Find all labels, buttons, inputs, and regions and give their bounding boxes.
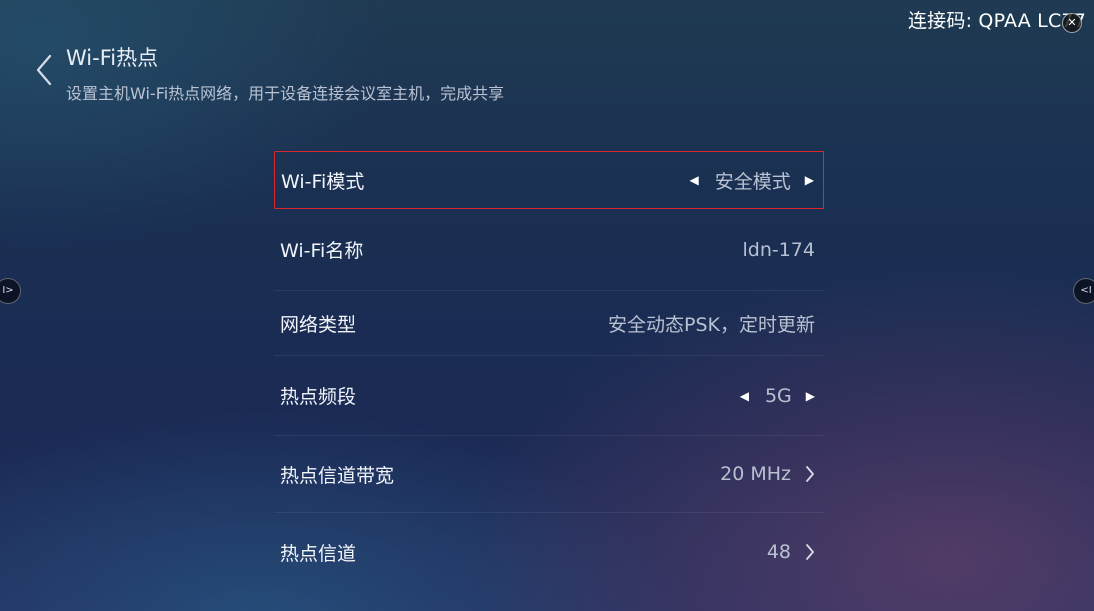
settings-list: Wi-Fi模式 ◀ 安全模式 ▶ Wi-Fi名称 ldn-174 网络类型 安全… — [274, 151, 824, 591]
setting-label: 热点信道带宽 — [280, 464, 395, 487]
setting-value: 安全模式 — [714, 170, 791, 193]
setting-value-group: 48 — [767, 541, 815, 563]
setting-value: ldn-174 — [742, 238, 815, 261]
setting-label: 热点信道 — [280, 542, 357, 565]
connection-code: 连接码: QPAA LC77 — [907, 10, 1086, 32]
back-button[interactable] — [32, 52, 60, 88]
setting-label: 热点频段 — [280, 386, 357, 408]
arrow-left-icon[interactable]: ◀ — [740, 389, 749, 403]
setting-row-wifi-mode[interactable]: Wi-Fi模式 ◀ 安全模式 ▶ — [274, 151, 824, 209]
chevron-right-icon — [806, 544, 814, 560]
arrow-right-icon[interactable]: ▶ — [806, 389, 815, 403]
page-title: Wi-Fi热点 — [66, 46, 159, 70]
setting-value-group: ◀ 安全模式 ▶ — [690, 167, 814, 194]
close-icon[interactable]: ✕ — [1062, 13, 1082, 33]
setting-value-group: 安全动态PSK，定时更新 — [608, 310, 815, 337]
chevron-right-icon — [806, 466, 814, 482]
setting-value-group: ldn-174 — [742, 239, 815, 261]
setting-label: 网络类型 — [280, 313, 357, 336]
setting-label: Wi-Fi模式 — [281, 170, 365, 193]
setting-row-network-type[interactable]: 网络类型 安全动态PSK，定时更新 — [274, 291, 824, 356]
setting-label: Wi-Fi名称 — [280, 240, 364, 262]
setting-row-channel-bandwidth[interactable]: 热点信道带宽 20 MHz — [274, 436, 824, 513]
chevron-left-icon — [36, 54, 52, 86]
expand-left-icon[interactable]: I> — [0, 278, 21, 304]
arrow-left-icon[interactable]: ◀ — [690, 173, 699, 187]
page-subtitle: 设置主机Wi-Fi热点网络，用于设备连接会议室主机，完成共享 — [66, 84, 505, 103]
setting-value: 48 — [766, 541, 791, 563]
setting-value: 安全动态PSK，定时更新 — [608, 313, 815, 336]
setting-row-wifi-name[interactable]: Wi-Fi名称 ldn-174 — [274, 209, 824, 291]
setting-row-hotspot-band[interactable]: 热点频段 ◀ 5G ▶ — [274, 356, 824, 436]
setting-value-group: ◀ 5G ▶ — [740, 385, 815, 407]
expand-right-icon[interactable]: <I — [1073, 278, 1094, 304]
setting-value: 20 MHz — [720, 463, 791, 485]
arrow-right-icon[interactable]: ▶ — [805, 173, 814, 187]
setting-row-channel[interactable]: 热点信道 48 — [274, 513, 824, 591]
setting-value-group: 20 MHz — [720, 463, 815, 485]
setting-value: 5G — [764, 384, 792, 407]
